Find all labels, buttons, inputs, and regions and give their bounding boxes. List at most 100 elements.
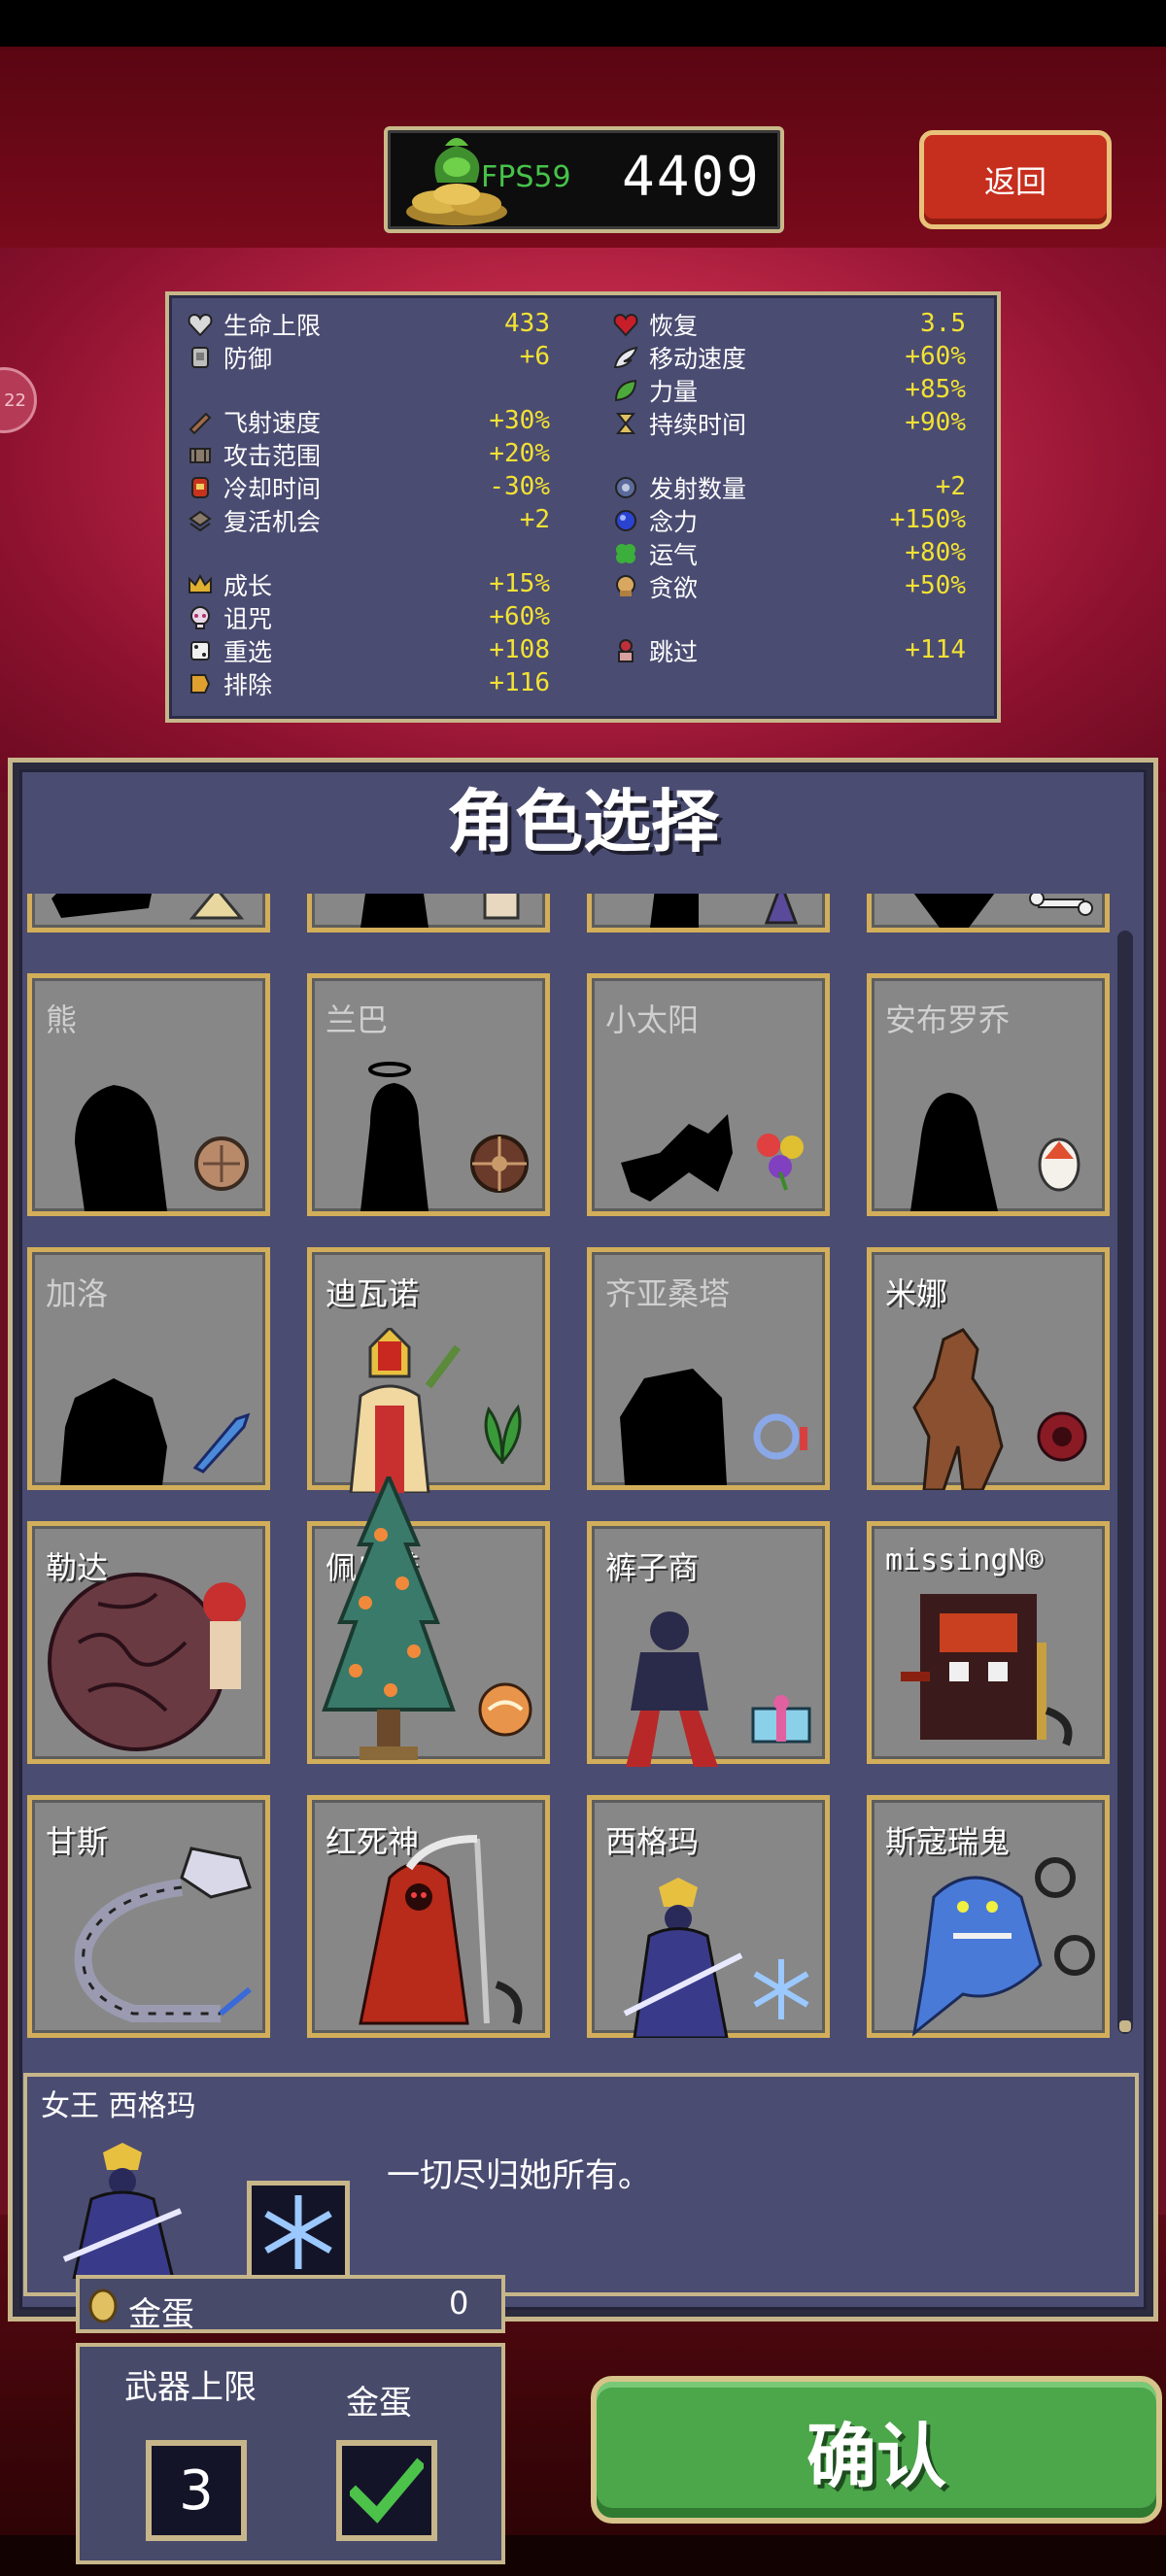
character-card[interactable]: 迪瓦诺: [307, 1247, 550, 1493]
stat-row: 复活机会: [187, 505, 321, 536]
bishop-sprite-icon: [349, 1328, 462, 1493]
stat-row: 跳过: [612, 635, 698, 666]
character-card[interactable]: 勒达: [27, 1521, 270, 1764]
character-detail-title: 女王 西格玛: [41, 2089, 196, 2123]
stat-value: +20%: [489, 439, 550, 468]
crown-icon: [189, 573, 212, 593]
hourglass-icon: [615, 413, 636, 434]
locked-silhouette-icon: [360, 894, 429, 928]
stat-value: +60%: [905, 342, 966, 371]
page-title: 角色选择: [447, 782, 719, 862]
locked-silhouette-icon: [360, 1062, 429, 1211]
stat-row: 攻击范围: [187, 439, 321, 470]
golden-egg-label: 金蛋: [128, 2295, 194, 2334]
character-name: 西格玛: [605, 1823, 700, 1860]
stats-panel: 生命上限 433 防御 +6 飞射速度 +30% 攻击范围 +20% 冷却时间 …: [165, 291, 1001, 723]
queen-sigma-sprite-icon: [623, 1878, 743, 2038]
bone-icon: [1029, 894, 1093, 916]
coin-value: 4409: [622, 146, 761, 209]
locked-silhouette-icon: [650, 894, 699, 928]
character-card[interactable]: 西格玛: [587, 1795, 830, 2038]
character-name: missingN®: [885, 1543, 1044, 1577]
scrollbar[interactable]: [1117, 931, 1133, 2034]
character-card[interactable]: 加洛: [27, 1247, 270, 1490]
stat-value: 433: [504, 309, 550, 338]
snowflake-icon: [753, 1959, 809, 2019]
golden-egg-icon: [88, 2288, 118, 2323]
golden-egg-checkbox[interactable]: [336, 2440, 437, 2541]
herb-icon: [484, 1404, 522, 1464]
character-card[interactable]: [867, 894, 1110, 932]
dice-icon: [190, 641, 210, 661]
stat-row: 成长: [187, 569, 272, 600]
weapon-icon: [483, 894, 520, 920]
shield-icon: [194, 1136, 249, 1191]
skull-icon: [190, 606, 210, 629]
character-card[interactable]: [307, 894, 550, 932]
scrollbar-thumb[interactable]: [1119, 2020, 1131, 2032]
stat-row: 排除: [187, 668, 272, 699]
character-card[interactable]: 熊: [27, 973, 270, 1216]
amount-icon: [615, 477, 636, 498]
weapon-limit-selector[interactable]: 3: [146, 2440, 247, 2541]
cooldown-icon: [191, 477, 209, 498]
confirm-button[interactable]: 确认: [591, 2376, 1162, 2524]
character-card[interactable]: [587, 894, 830, 932]
gift-icon: [751, 1695, 811, 1744]
stat-value: +85%: [905, 375, 966, 404]
stat-row: 冷却时间: [187, 472, 321, 503]
heart-icon: [188, 313, 213, 337]
stat-value: +6: [519, 342, 550, 371]
character-card[interactable]: [27, 894, 270, 932]
character-name: 兰巴: [326, 1001, 389, 1038]
stat-row: 力量: [612, 375, 698, 406]
character-card[interactable]: 兰巴: [307, 973, 550, 1216]
character-card[interactable]: 小太阳: [587, 973, 830, 1216]
character-name: 迪瓦诺: [326, 1275, 420, 1312]
werewolf-sprite-icon: [912, 1328, 1004, 1490]
character-card[interactable]: 斯寇瑞鬼: [867, 1795, 1110, 2038]
character-card[interactable]: missingN®: [867, 1521, 1110, 1764]
tree-sprite-icon: [322, 1476, 456, 1760]
recovery-icon: [613, 313, 638, 337]
stat-row: 生命上限: [187, 309, 321, 340]
character-card[interactable]: 齐亚桑塔: [587, 1247, 830, 1490]
stat-row: 贪欲: [612, 571, 698, 602]
ribbon-icon: [753, 1413, 807, 1460]
speed-icon: [189, 412, 212, 435]
character-card[interactable]: 裤子商: [587, 1521, 830, 1767]
weapon-icon: [764, 894, 799, 925]
locked-silhouette-icon: [621, 1114, 733, 1202]
stat-value: +50%: [905, 571, 966, 600]
locked-silhouette-icon: [620, 1369, 727, 1485]
area-icon: [189, 448, 211, 463]
golden-egg-toggle-label: 金蛋: [346, 2384, 412, 2423]
egg-icon: [1038, 1137, 1080, 1192]
stat-row: 运气: [612, 538, 698, 569]
cloak-icon: [1037, 1411, 1087, 1462]
character-grid[interactable]: 熊 兰巴 小太阳 安布罗乔 加洛 迪瓦诺 齐亚桑塔 米娜 勒达 裤子商 miss…: [27, 894, 1115, 2055]
back-button[interactable]: 返回: [919, 130, 1112, 229]
starting-weapon-slot: [247, 2181, 350, 2284]
character-name: 安布罗乔: [885, 1001, 1011, 1038]
stat-row: 念力: [612, 505, 698, 536]
locked-silhouette-icon: [60, 1378, 167, 1485]
locked-silhouette-icon: [910, 1093, 998, 1211]
character-card[interactable]: 甘斯: [27, 1795, 270, 2038]
character-card[interactable]: 安布罗乔: [867, 973, 1110, 1216]
character-card[interactable]: 红死神: [307, 1795, 550, 2038]
fps-counter: FPS59: [481, 160, 571, 194]
stat-value: +60%: [489, 602, 550, 631]
character-name: 熊: [46, 1001, 78, 1038]
glitch-sprite-icon: [901, 1594, 1073, 1746]
flower-icon: [757, 1134, 804, 1191]
character-name: 甘斯: [46, 1823, 109, 1860]
armor-icon: [191, 347, 209, 368]
character-name: 勒达: [46, 1549, 109, 1586]
skip-icon: [618, 639, 634, 662]
character-name: 小太阳: [605, 1001, 700, 1038]
character-name: 加洛: [46, 1275, 109, 1312]
magnet-icon: [615, 510, 636, 531]
stat-row: 发射数量: [612, 472, 746, 503]
character-card[interactable]: 米娜: [867, 1247, 1110, 1490]
